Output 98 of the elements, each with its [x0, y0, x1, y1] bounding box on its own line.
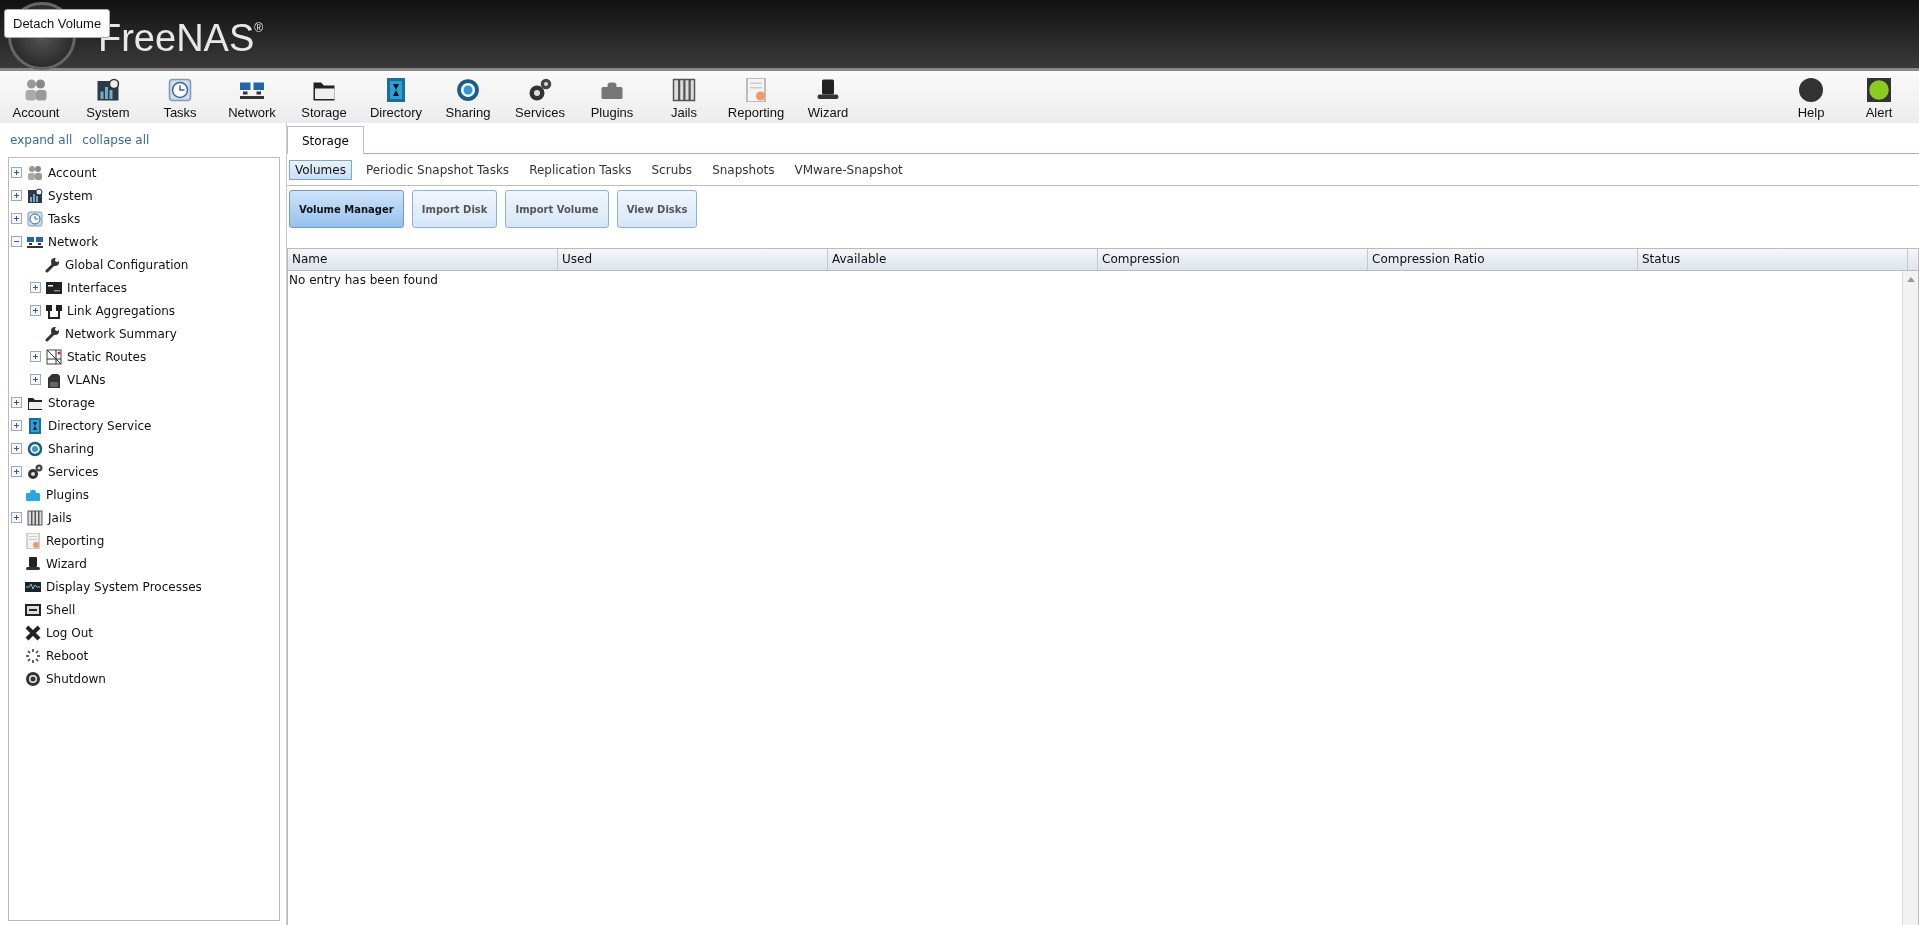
action-button[interactable]: Import Volume [505, 190, 609, 228]
toolbar-button[interactable]: Tasks [144, 71, 216, 123]
crossed-grid-icon [46, 348, 62, 365]
tree-item[interactable]: Display System Processes [46, 579, 202, 594]
subtab[interactable]: Volumes [289, 159, 352, 180]
subtab[interactable]: Snapshots [706, 159, 781, 180]
expander-toggle[interactable] [30, 305, 41, 316]
expander-toggle[interactable] [11, 190, 22, 201]
tree-item[interactable]: Static Routes [67, 349, 147, 364]
bar-chart-icon [27, 187, 43, 204]
column-header[interactable]: Compression [1098, 249, 1368, 270]
tree-item[interactable]: Plugins [46, 487, 89, 502]
toolbar-button[interactable]: Directory [360, 71, 432, 123]
tree-item[interactable]: Shutdown [46, 671, 106, 686]
scroll-up-icon[interactable] [1906, 277, 1915, 282]
tree-item[interactable]: Services [48, 464, 99, 479]
action-button[interactable]: Volume Manager [289, 190, 404, 228]
toolbar-button[interactable]: Network [216, 71, 288, 123]
tree-item[interactable]: Interfaces [67, 280, 127, 295]
wrench-icon [44, 325, 60, 342]
toolbar-button[interactable]: Plugins [576, 71, 648, 123]
vertical-bars-icon [27, 509, 43, 526]
toolbar-button[interactable]: Account [0, 71, 72, 123]
subtab[interactable]: Scrubs [645, 159, 699, 180]
expander-toggle[interactable] [11, 420, 22, 431]
toolbar-button[interactable]: Wizard [792, 71, 864, 123]
expander-toggle[interactable] [30, 282, 41, 293]
column-header[interactable]: Available [828, 249, 1098, 270]
tree-item[interactable]: Directory Service [48, 418, 152, 433]
toolbar-button[interactable]: Storage [288, 71, 360, 123]
column-header[interactable]: Status [1638, 249, 1908, 270]
tree-item[interactable]: VLANs [67, 372, 106, 387]
toolbar-button[interactable]: Jails [648, 71, 720, 123]
subtab[interactable]: Replication Tasks [523, 159, 638, 180]
people-icon [24, 78, 48, 102]
tree-item[interactable]: Link Aggregations [67, 303, 176, 318]
expander-toggle[interactable] [11, 397, 22, 408]
clock-icon [27, 210, 43, 227]
toolbar-button[interactable]: System [72, 71, 144, 123]
toolbar-button[interactable]: Help [1777, 71, 1845, 123]
book-icon [27, 417, 43, 434]
tree-link[interactable]: expand all [10, 133, 73, 147]
tree-item[interactable]: Account [48, 165, 97, 180]
shell-icon [25, 601, 41, 618]
column-header[interactable]: Name [288, 249, 558, 270]
top-hat-icon [25, 555, 41, 572]
gears-icon [27, 463, 43, 480]
tree-item[interactable]: Reboot [46, 648, 89, 663]
x-mark-icon [25, 624, 41, 641]
tab[interactable]: Storage [287, 126, 364, 154]
tree-item[interactable]: System [48, 188, 93, 203]
link-icon [46, 302, 62, 319]
tree-item[interactable]: Reporting [46, 533, 105, 548]
expander-toggle[interactable] [11, 443, 22, 454]
action-button[interactable]: Import Disk [411, 190, 498, 228]
vertical-bars-icon [672, 78, 696, 102]
toolbar-button[interactable]: Alert [1845, 71, 1913, 123]
report-icon [744, 78, 768, 102]
gears-icon [528, 78, 552, 102]
tree-item[interactable]: Wizard [46, 556, 87, 571]
toolbar-button[interactable]: Services [504, 71, 576, 123]
toolbar-button[interactable]: Sharing [432, 71, 504, 123]
subtab[interactable]: Periodic Snapshot Tasks [359, 159, 516, 180]
power-icon [25, 670, 41, 687]
action-button[interactable]: View Disks [616, 190, 698, 228]
subtab[interactable]: VMware-Snapshot [788, 159, 909, 180]
scrollbar[interactable] [1902, 271, 1918, 925]
expander-toggle[interactable] [11, 512, 22, 523]
book-icon [384, 78, 408, 102]
tree-item[interactable]: Global Configuration [65, 257, 189, 272]
tree-item[interactable]: Network [48, 234, 99, 249]
column-header[interactable]: Used [558, 249, 828, 270]
bar-chart-icon [96, 78, 120, 102]
expander-toggle[interactable] [30, 374, 41, 385]
expander-toggle[interactable] [11, 213, 22, 224]
report-icon [25, 532, 41, 549]
tree-item[interactable]: Sharing [48, 441, 95, 456]
wrench-icon [44, 256, 60, 273]
expander-toggle[interactable] [11, 236, 22, 247]
tree-item[interactable]: Log Out [46, 625, 93, 640]
empty-message: No entry has been found [289, 273, 438, 287]
toolbar-button[interactable]: Reporting [720, 71, 792, 123]
clock-icon [168, 78, 192, 102]
spinner-icon [25, 647, 41, 664]
tree-item[interactable]: Network Summary [65, 326, 177, 341]
tree-item[interactable]: Tasks [48, 211, 81, 226]
expander-toggle[interactable] [11, 167, 22, 178]
top-hat-icon [816, 78, 840, 102]
tree-item[interactable]: Storage [48, 395, 95, 410]
column-header[interactable]: Compression Ratio [1368, 249, 1638, 270]
expander-toggle[interactable] [30, 351, 41, 362]
tree-item[interactable]: Shell [46, 602, 76, 617]
tree-link[interactable]: collapse all [82, 133, 150, 147]
expander-toggle[interactable] [11, 466, 22, 477]
status-light-icon [1867, 78, 1891, 102]
tree-item[interactable]: Jails [48, 510, 72, 525]
people-icon [27, 164, 43, 181]
terminal-icon [46, 279, 62, 296]
